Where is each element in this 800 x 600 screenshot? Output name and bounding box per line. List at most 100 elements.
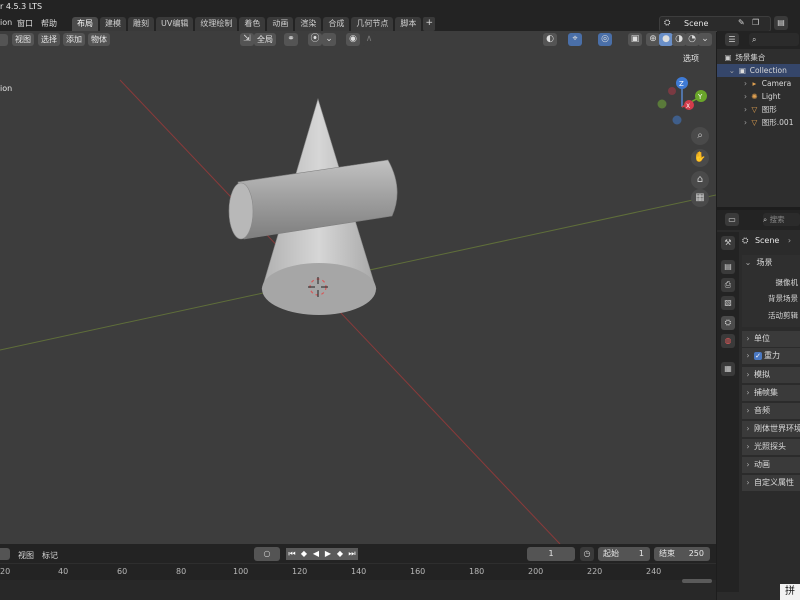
xray-icon[interactable]: ▣ bbox=[628, 33, 642, 46]
chevron-right-icon[interactable]: › bbox=[717, 77, 747, 90]
prev-keyframe-icon[interactable]: ◆ bbox=[298, 548, 310, 560]
transform-orientation-icon[interactable]: ⇲ bbox=[240, 33, 254, 46]
3d-viewport[interactable]: Z Y X ion ⌕ ✋ ⌂ ▦ bbox=[0, 31, 716, 544]
outliner-item-mesh[interactable]: › ▽ 图形 bbox=[717, 103, 800, 116]
tab-modeling[interactable]: 建模 bbox=[100, 17, 126, 31]
tab-layout[interactable]: 布局 bbox=[72, 17, 98, 31]
timeline-menu-view[interactable]: 视图 bbox=[18, 550, 34, 561]
menu-item-window[interactable]: 窗口 bbox=[17, 18, 33, 29]
section-light-probes[interactable]: › 光照探头 bbox=[742, 438, 800, 455]
section-animation[interactable]: › 动画 bbox=[742, 456, 800, 473]
section-simulation[interactable]: › 模拟 bbox=[742, 366, 800, 383]
end-frame-field[interactable]: 结束 250 bbox=[654, 547, 710, 561]
clock-icon[interactable]: ◷ bbox=[580, 547, 594, 561]
new-scene-icon[interactable]: ❐ bbox=[752, 18, 759, 27]
orientation-dropdown[interactable]: 全局 bbox=[254, 33, 276, 46]
tab-shading[interactable]: 着色 bbox=[239, 17, 266, 31]
scene-tab-icon[interactable]: ⛭ bbox=[721, 316, 735, 330]
chevron-right-icon[interactable]: › bbox=[717, 90, 747, 103]
camera-view-icon[interactable]: ⌂ bbox=[691, 171, 709, 189]
timeline-track-area[interactable] bbox=[0, 580, 716, 600]
section-audio[interactable]: › 音频 bbox=[742, 402, 800, 419]
ruler-tick-label: 220 bbox=[587, 567, 603, 576]
output-tab-icon[interactable]: ⎙ bbox=[721, 278, 735, 292]
falloff-icon[interactable]: ∧ bbox=[362, 33, 376, 46]
section-custom-properties[interactable]: › 自定义属性 bbox=[742, 474, 800, 491]
chevron-right-icon[interactable]: › bbox=[717, 103, 747, 116]
tab-compositing[interactable]: 合成 bbox=[323, 17, 350, 31]
jump-start-icon[interactable]: ⏮ bbox=[286, 548, 298, 560]
scene-selector[interactable]: ⛭ Scene ✎ ❐ bbox=[659, 16, 771, 32]
chevron-right-icon[interactable]: › bbox=[717, 116, 747, 129]
collection-tab-icon[interactable]: ▦ bbox=[721, 362, 735, 376]
pin-icon[interactable]: ✎ bbox=[738, 18, 745, 27]
tab-uv-editing[interactable]: UV编辑 bbox=[156, 17, 194, 31]
options-dropdown[interactable]: 选项 bbox=[680, 52, 702, 65]
play-reverse-icon[interactable]: ◀ bbox=[310, 548, 322, 560]
outliner-item-camera[interactable]: › ▸ Camera bbox=[717, 77, 800, 90]
gizmo-toggle-icon[interactable]: ⌖ bbox=[568, 33, 582, 46]
menu-add[interactable]: 添加 bbox=[63, 33, 85, 46]
tab-scripting[interactable]: 脚本 bbox=[395, 17, 422, 31]
section-keying-sets[interactable]: › 捕帧集 bbox=[742, 384, 800, 401]
pan-hand-icon[interactable]: ✋ bbox=[691, 149, 709, 167]
snap-icon[interactable]: ⦿ bbox=[308, 33, 322, 46]
menu-object[interactable]: 物体 bbox=[88, 33, 110, 46]
menu-item-help[interactable]: 帮助 bbox=[41, 18, 57, 29]
timeline-scrollbar[interactable] bbox=[682, 579, 712, 583]
proportional-edit-icon[interactable]: ◉ bbox=[346, 33, 360, 46]
tab-texture-paint[interactable]: 纹理绘制 bbox=[195, 17, 238, 31]
next-keyframe-icon[interactable]: ◆ bbox=[334, 548, 346, 560]
jump-end-icon[interactable]: ⏭ bbox=[346, 548, 358, 560]
visibility-icon[interactable]: ◐ bbox=[543, 33, 557, 46]
rendered-shading-icon[interactable]: ◔ bbox=[685, 33, 699, 46]
current-frame-field[interactable]: 1 bbox=[527, 547, 575, 561]
search-icon: ⌕ bbox=[752, 35, 757, 44]
outliner-item-light[interactable]: › ✺ Light bbox=[717, 90, 800, 103]
render-tab-icon[interactable]: ▤ bbox=[721, 260, 735, 274]
start-frame-field[interactable]: 起始 1 bbox=[598, 547, 650, 561]
ruler-tick-label: 180 bbox=[469, 567, 485, 576]
record-icon[interactable]: ○ bbox=[254, 547, 280, 561]
world-tab-icon[interactable]: ◍ bbox=[721, 334, 735, 348]
tab-sculpting[interactable]: 雕刻 bbox=[128, 17, 154, 31]
menu-view[interactable]: 视图 bbox=[12, 33, 34, 46]
shading-options-icon[interactable]: ⌄ bbox=[698, 33, 712, 46]
properties-search-field[interactable]: ⌕ 搜索 bbox=[763, 213, 800, 226]
ime-indicator[interactable]: 拼 bbox=[780, 584, 800, 600]
outliner-editor-icon[interactable]: ☰ bbox=[725, 33, 739, 46]
view-layer-tab-icon[interactable]: ▧ bbox=[721, 296, 735, 310]
add-workspace-button[interactable]: + bbox=[423, 17, 436, 31]
tab-rendering[interactable]: 渲染 bbox=[295, 17, 322, 31]
timeline-menu-marker[interactable]: 标记 bbox=[42, 550, 58, 561]
zoom-icon[interactable]: ⌕ bbox=[691, 127, 709, 145]
play-icon[interactable]: ▶ bbox=[322, 548, 334, 560]
overlay-toggle-icon[interactable]: ◎ bbox=[598, 33, 612, 46]
outliner-header: ☰ ⌕ bbox=[717, 31, 800, 49]
menu-select[interactable]: 选择 bbox=[38, 33, 60, 46]
section-rigid-body-world[interactable]: › 刚体世界环境 bbox=[742, 420, 800, 437]
tool-tab-icon[interactable]: ⚒ bbox=[721, 236, 735, 250]
solid-shading-icon[interactable]: ● bbox=[659, 33, 673, 46]
section-units[interactable]: › 单位 bbox=[742, 330, 800, 347]
wireframe-shading-icon[interactable]: ⊕ bbox=[646, 33, 660, 46]
editor-type-button[interactable] bbox=[0, 34, 8, 46]
view-layer-icon[interactable]: ▤ bbox=[774, 16, 788, 30]
outliner-root-row[interactable]: ▣ 场景集合 bbox=[717, 51, 800, 64]
grid-toggle-icon[interactable]: ▦ bbox=[691, 189, 709, 207]
timeline-editor-button[interactable] bbox=[0, 548, 10, 560]
tab-animation[interactable]: 动画 bbox=[267, 17, 294, 31]
chevron-down-icon[interactable]: ⌄ bbox=[717, 64, 735, 77]
menu-item-edit[interactable]: ion bbox=[0, 18, 12, 27]
outliner-collection-row[interactable]: ⌄ ▣ Collection bbox=[717, 64, 800, 77]
gravity-checkbox[interactable]: ✓ bbox=[754, 352, 762, 360]
pivot-icon[interactable]: ⚭ bbox=[284, 33, 298, 46]
tab-geometry-nodes[interactable]: 几何节点 bbox=[351, 17, 394, 31]
section-gravity[interactable]: › ✓ 重力 bbox=[742, 347, 800, 364]
outliner-item-mesh-001[interactable]: › ▽ 图形.001 bbox=[717, 116, 800, 129]
properties-editor-icon[interactable]: ▭ bbox=[725, 213, 739, 226]
outliner-search-field[interactable]: ⌕ bbox=[749, 33, 799, 46]
snap-options-icon[interactable]: ⌄ bbox=[322, 33, 336, 46]
scene-panel-header[interactable]: ⌄ 场景 bbox=[742, 254, 800, 271]
material-shading-icon[interactable]: ◑ bbox=[672, 33, 686, 46]
